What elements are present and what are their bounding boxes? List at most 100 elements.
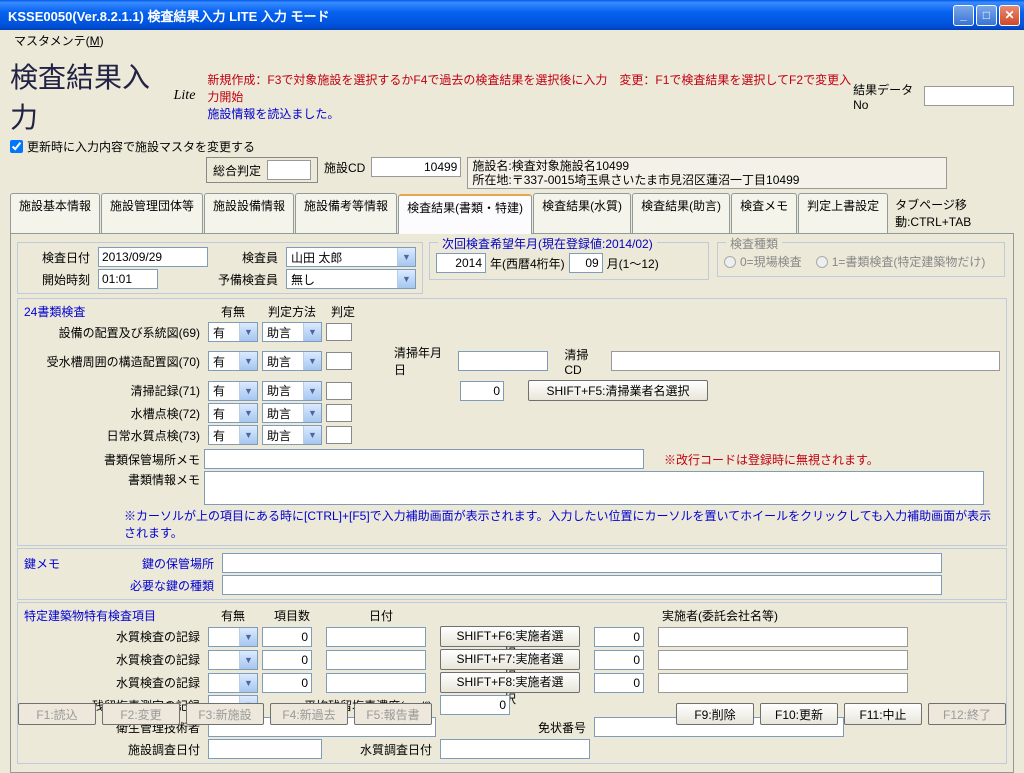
sp-umu-select[interactable]: ▼ [208, 650, 258, 670]
doc24-judge-box [326, 426, 352, 444]
sp-impl-cd-field[interactable] [594, 673, 644, 693]
f1-button: F1:読込 [18, 703, 96, 725]
sp-col-count: 項目数 [262, 607, 322, 624]
sp-umu-select[interactable]: ▼ [208, 673, 258, 693]
tab-remarks[interactable]: 施設備考等情報 [295, 193, 397, 233]
newline-note: ※改行コードは登録時に無視されます。 [664, 451, 879, 468]
clean-date-field[interactable] [458, 351, 548, 371]
water-date-field[interactable] [440, 739, 590, 759]
inspector-label: 検査員 [212, 249, 282, 266]
col-umu: 有無 [208, 303, 258, 320]
doc24-umu-select[interactable]: 有▼ [208, 425, 258, 445]
sp-date-field[interactable] [326, 650, 426, 670]
f11-button[interactable]: F11:中止 [844, 703, 922, 725]
tab-result-advice[interactable]: 検査結果(助言) [632, 193, 730, 233]
maximize-button[interactable]: □ [976, 5, 997, 26]
doc24-method-select[interactable]: 助言▼ [262, 381, 322, 401]
tab-org[interactable]: 施設管理団体等 [101, 193, 203, 233]
key-loc-field[interactable] [222, 553, 942, 573]
doc24-umu-select[interactable]: 有▼ [208, 322, 258, 342]
update-master-check-icon[interactable] [10, 140, 23, 153]
update-master-checkbox[interactable]: 更新時に入力内容で施設マスタを変更する [10, 138, 255, 155]
doc24-umu-select[interactable]: 有▼ [208, 403, 258, 423]
minimize-button[interactable]: _ [953, 5, 974, 26]
sp-impl-cd-field[interactable] [594, 650, 644, 670]
inspect-date-label: 検査日付 [24, 249, 94, 266]
sp-count-field[interactable] [262, 627, 312, 647]
sp-date-field[interactable] [326, 673, 426, 693]
doc24-method-select[interactable]: 助言▼ [262, 351, 322, 371]
instruction-text: 新規作成：F3で対象施設を選択するかF4で過去の検査結果を選択後に入力 変更：F… [207, 71, 853, 105]
doc-info-memo-field[interactable] [204, 471, 984, 505]
sp-impl-button[interactable]: SHIFT+F8:実施者選択 [440, 672, 580, 693]
doc24-method-select[interactable]: 助言▼ [262, 322, 322, 342]
doc24-umu-select[interactable]: 有▼ [208, 351, 258, 371]
doc24-row-label: 受水槽周囲の構造配置図(70) [24, 353, 204, 370]
clean-vendor-button[interactable]: SHIFT+F5:清掃業者名選択 [528, 380, 708, 401]
overall-judge-field[interactable] [267, 160, 311, 180]
doc24-method-select[interactable]: 助言▼ [262, 425, 322, 445]
start-time-field[interactable] [98, 269, 158, 289]
key-loc-label: 鍵の保管場所 [108, 555, 218, 572]
tab-basic[interactable]: 施設基本情報 [10, 193, 100, 233]
menu-master[interactable]: マスタメンテ(M) [8, 32, 110, 50]
tab-override[interactable]: 判定上書設定 [798, 193, 888, 233]
facility-name: 施設名:検査対象施設名10499 [472, 159, 942, 173]
key-type-field[interactable] [222, 575, 942, 595]
sp-count-field[interactable] [262, 673, 312, 693]
sp-umu-select[interactable]: ▼ [208, 627, 258, 647]
close-button[interactable]: ✕ [999, 5, 1020, 26]
doc24-judge-box [326, 404, 352, 422]
sp-impl-button[interactable]: SHIFT+F6:実施者選択 [440, 626, 580, 647]
sp-count-field[interactable] [262, 650, 312, 670]
tab-equip[interactable]: 施設設備情報 [204, 193, 294, 233]
facility-cd-field[interactable] [371, 157, 461, 177]
f9-button[interactable]: F9:削除 [676, 703, 754, 725]
doc24-judge-box [326, 352, 352, 370]
radio-icon [724, 256, 736, 268]
sp-row-label: 水質検査の記録 [24, 628, 204, 645]
next-year-field[interactable] [436, 253, 486, 273]
facility-address: 所在地:〒337-0015埼玉県さいたま市見沼区蓮沼一丁目10499 [472, 173, 942, 187]
sp-impl-name-field[interactable] [658, 650, 908, 670]
radio-icon [816, 256, 828, 268]
doc24-row-label: 設備の配置及び系統図(69) [24, 324, 204, 341]
tab-hint: タブページ移動:CTRL+TAB [889, 193, 1014, 233]
result-data-no-label: 結果データNo [853, 81, 920, 112]
type-opt-1: 1=書類検査(特定建築物だけ) [816, 253, 986, 270]
sp-impl-button[interactable]: SHIFT+F7:実施者選択 [440, 649, 580, 670]
pre-inspector-label: 予備検査員 [212, 271, 282, 288]
inspect-date-field[interactable] [98, 247, 208, 267]
storage-memo-field[interactable] [204, 449, 644, 469]
facility-info-box: 施設名:検査対象施設名10499 所在地:〒337-0015埼玉県さいたま市見沼… [467, 157, 947, 189]
doc24-umu-select[interactable]: 有▼ [208, 381, 258, 401]
tab-result-doc[interactable]: 検査結果(書類・特建) [398, 194, 532, 234]
lite-label: Lite [174, 88, 196, 104]
chevron-down-icon: ▼ [239, 426, 257, 444]
page-title: 検査結果入力 [10, 56, 170, 136]
survey-date-field[interactable] [208, 739, 322, 759]
clean-cd-field[interactable] [460, 381, 504, 401]
chevron-down-icon: ▼ [303, 426, 321, 444]
doc24-judge-box [326, 323, 352, 341]
sp-date-field[interactable] [326, 627, 426, 647]
f10-button[interactable]: F10:更新 [760, 703, 838, 725]
f4-button: F4:新過去 [270, 703, 348, 725]
chevron-down-icon: ▼ [239, 323, 257, 341]
doc24-method-select[interactable]: 助言▼ [262, 403, 322, 423]
sp-impl-name-field[interactable] [658, 627, 908, 647]
sp-row-label: 水質検査の記録 [24, 674, 204, 691]
sp-impl-cd-field[interactable] [594, 627, 644, 647]
tab-memo[interactable]: 検査メモ [731, 193, 797, 233]
chevron-down-icon: ▼ [303, 323, 321, 341]
window-title: KSSE0050(Ver.8.2.1.1) 検査結果入力 LITE 入力 モード [4, 6, 953, 25]
inspector-select[interactable]: 山田 太郎▼ [286, 247, 416, 267]
tab-result-water[interactable]: 検査結果(水質) [533, 193, 631, 233]
result-data-no-field[interactable] [924, 86, 1014, 106]
clean-name-field[interactable] [611, 351, 1000, 371]
sp-impl-name-field[interactable] [658, 673, 908, 693]
water-date-label: 水質調査日付 [326, 741, 436, 758]
doc-info-memo-label: 書類情報メモ [24, 471, 204, 488]
pre-inspector-select[interactable]: 無し▼ [286, 269, 416, 289]
next-month-field[interactable] [569, 253, 603, 273]
